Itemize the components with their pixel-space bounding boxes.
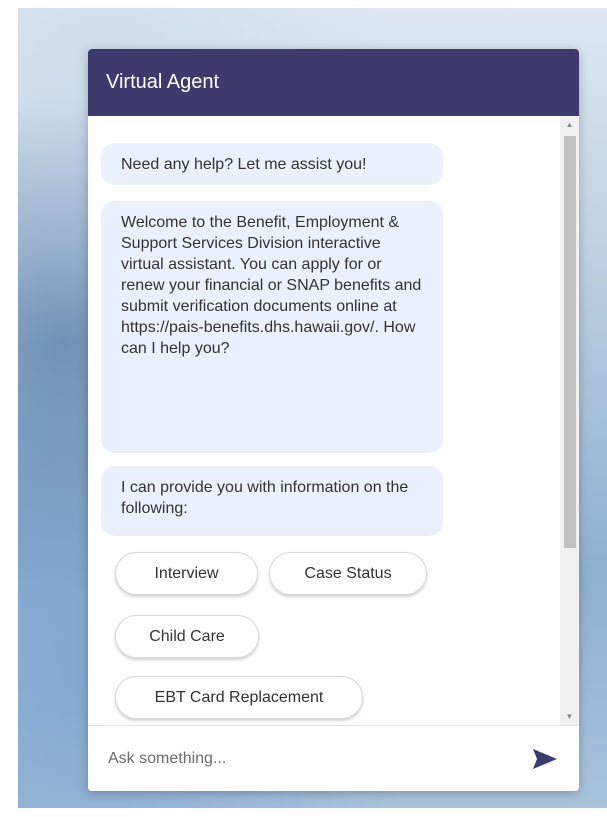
quick-reply-child-care-button[interactable]: Child Care	[115, 615, 259, 658]
chat-title: Virtual Agent	[106, 71, 220, 93]
scroll-up-arrow-icon[interactable]: ▲	[560, 116, 579, 133]
send-icon	[533, 748, 557, 769]
agent-message: Need any help? Let me assist you!	[101, 143, 443, 185]
quick-reply-case-status-button[interactable]: Case Status	[269, 552, 427, 595]
send-button[interactable]	[529, 743, 561, 775]
scroll-down-arrow-icon[interactable]: ▼	[560, 708, 579, 725]
agent-message: Welcome to the Benefit, Employment & Sup…	[101, 201, 443, 453]
quick-reply-interview-button[interactable]: Interview	[115, 552, 258, 595]
scrollbar-thumb[interactable]	[564, 136, 576, 548]
ask-something-input[interactable]	[108, 749, 529, 768]
chat-input-bar	[88, 725, 579, 791]
virtual-agent-chat-widget: Virtual Agent Need any help? Let me assi…	[88, 49, 579, 791]
chat-header: Virtual Agent	[88, 49, 579, 116]
chat-scrollbar[interactable]: ▲ ▼	[560, 116, 579, 725]
agent-message: I can provide you with information on th…	[101, 466, 443, 536]
chat-message-list[interactable]: Need any help? Let me assist you! Welcom…	[88, 116, 579, 725]
quick-reply-ebt-card-replacement-button[interactable]: EBT Card Replacement	[115, 676, 363, 719]
